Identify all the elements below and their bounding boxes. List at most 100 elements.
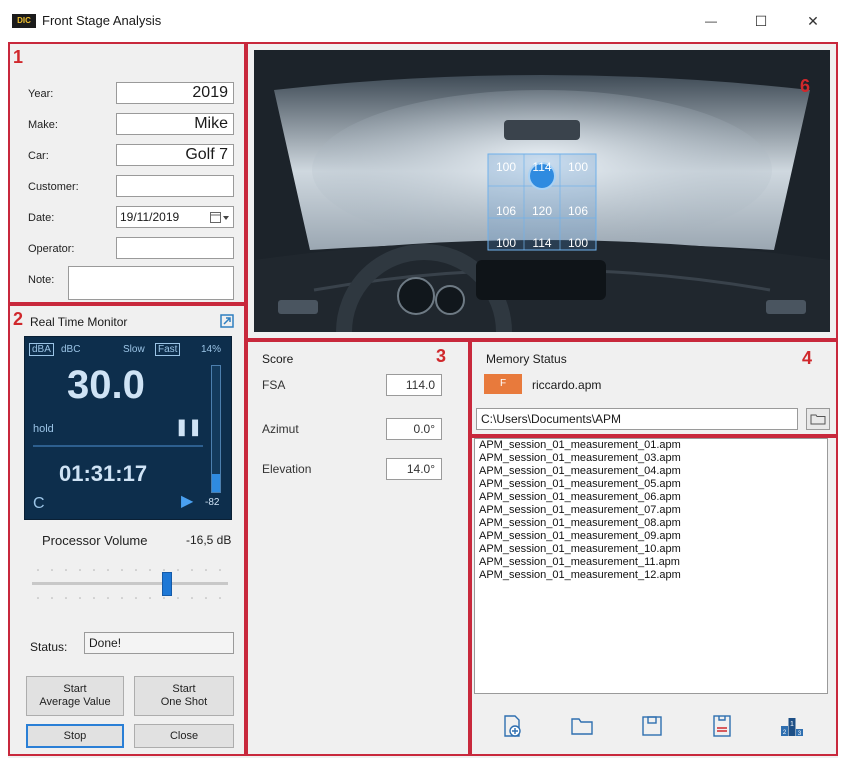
file-list-item[interactable]: APM_session_01_measurement_12.apm xyxy=(475,569,827,582)
start-oneshot-button[interactable]: Start One Shot xyxy=(134,676,234,716)
make-input[interactable]: Mike xyxy=(116,113,234,135)
grid-value: 100 xyxy=(495,160,517,174)
minimize-icon: — xyxy=(705,14,717,28)
elevation-label: Elevation xyxy=(262,462,312,476)
slider-ticks xyxy=(32,569,228,599)
panel-number-2: 2 xyxy=(13,309,24,329)
play-icon[interactable]: ▶ xyxy=(181,491,193,511)
date-picker[interactable]: 19/11/2019 xyxy=(116,206,234,228)
file-list-item[interactable]: APM_session_01_measurement_03.apm xyxy=(475,452,827,465)
customer-input[interactable] xyxy=(116,175,234,197)
weighting-dbc[interactable]: dBC xyxy=(61,344,80,355)
folder-icon xyxy=(810,414,826,425)
file-list-item[interactable]: APM_session_01_measurement_06.apm xyxy=(475,491,827,504)
vehicle-info-panel: 1 Year: 2019 Make: Mike Car: Golf 7 Cust… xyxy=(8,42,246,304)
status-label: Status: xyxy=(30,640,68,654)
grid-value: 106 xyxy=(495,204,517,218)
file-list-item[interactable]: APM_session_01_measurement_10.apm xyxy=(475,543,827,556)
customer-label: Customer: xyxy=(28,181,79,193)
maximize-icon: ☐ xyxy=(754,12,768,29)
memory-panel: 4 Memory Status F riccardo.apm C:\Users\… xyxy=(470,340,838,436)
start-average-button[interactable]: Start Average Value xyxy=(26,676,124,716)
file-list-item[interactable]: APM_session_01_measurement_05.apm xyxy=(475,478,827,491)
year-label: Year: xyxy=(28,88,54,100)
close-button[interactable]: ✕ xyxy=(790,6,836,36)
grid-value: 100 xyxy=(567,160,589,174)
file-list-item[interactable]: APM_session_01_measurement_04.apm xyxy=(475,465,827,478)
minimize-button[interactable]: — xyxy=(688,6,734,36)
panel-number-6: 6 xyxy=(800,76,811,96)
title-bar: DIC Front Stage Analysis — ☐ ✕ xyxy=(0,0,842,42)
elevation-value: 14.0° xyxy=(386,458,442,480)
file-list-item[interactable]: APM_session_01_measurement_11.apm xyxy=(475,556,827,569)
score-title: Score xyxy=(262,352,294,366)
level-display: dBA dBC Slow Fast 14% 30.0 hold ❚❚ 01:31… xyxy=(24,336,232,520)
level-percent: 14% xyxy=(201,344,222,355)
file-list-item[interactable]: APM_session_01_measurement_01.apm xyxy=(475,439,827,452)
measurement-file-list[interactable]: APM_session_01_measurement_01.apm APM_ses… xyxy=(474,438,828,694)
hold-label[interactable]: hold xyxy=(33,423,54,435)
maximize-button[interactable]: ☐ xyxy=(738,6,784,36)
main-client: 1 Year: 2019 Make: Mike Car: Golf 7 Cust… xyxy=(8,42,838,758)
date-value: 19/11/2019 xyxy=(120,210,180,224)
fsa-value: 114.0 xyxy=(386,374,442,396)
browse-folder-button[interactable] xyxy=(806,408,830,430)
level-bar-fill xyxy=(212,474,220,492)
slider-thumb[interactable] xyxy=(162,572,172,596)
file-list-item[interactable]: APM_session_01_measurement_07.apm xyxy=(475,504,827,517)
expand-icon[interactable] xyxy=(220,314,234,328)
score-panel: 3 Score FSA 114.0 Azimut 0.0° Elevation … xyxy=(246,340,470,756)
display-divider xyxy=(33,445,203,447)
podium-icon[interactable]: 1 2 3 xyxy=(780,714,804,738)
grid-value: 100 xyxy=(495,236,517,250)
memory-title: Memory Status xyxy=(486,352,567,366)
weighting-dba[interactable]: dBA xyxy=(29,343,54,356)
svg-text:1: 1 xyxy=(790,721,794,728)
grid-value: 106 xyxy=(567,204,589,218)
file-add-icon[interactable] xyxy=(500,714,524,738)
memory-path-input[interactable]: C:\Users\Documents\APM xyxy=(476,408,798,430)
app-logo: DIC xyxy=(12,14,36,28)
make-label: Make: xyxy=(28,119,58,131)
note-input[interactable] xyxy=(68,266,234,300)
grid-value: 114 xyxy=(532,236,552,250)
date-label: Date: xyxy=(28,212,55,224)
car-input[interactable]: Golf 7 xyxy=(116,144,234,166)
processor-volume-slider[interactable] xyxy=(32,564,228,604)
level-value: 30.0 xyxy=(67,363,145,407)
processor-volume-value: -16,5 dB xyxy=(186,533,232,547)
car-interior-image xyxy=(254,50,830,332)
refresh-icon[interactable]: C xyxy=(33,495,45,513)
operator-label: Operator: xyxy=(28,243,75,255)
calendar-icon[interactable] xyxy=(210,212,230,224)
folder-icon[interactable] xyxy=(570,714,594,738)
grid-value: 100 xyxy=(567,236,589,250)
panel-number-4: 4 xyxy=(802,348,813,368)
speed-fast[interactable]: Fast xyxy=(155,343,181,356)
azimut-label: Azimut xyxy=(262,422,299,436)
operator-input[interactable] xyxy=(116,237,234,259)
save-icon[interactable] xyxy=(640,714,664,738)
elapsed-time: 01:31:17 xyxy=(59,461,148,486)
window-title: Front Stage Analysis xyxy=(42,13,162,28)
grid-value: 120 xyxy=(531,204,553,218)
fsa-label: FSA xyxy=(262,378,286,392)
processor-volume-label: Processor Volume xyxy=(42,533,148,548)
bar-min-label: -82 xyxy=(205,497,220,508)
file-list-item[interactable]: APM_session_01_measurement_08.apm xyxy=(475,517,827,530)
close-icon: ✕ xyxy=(807,12,819,29)
panel-number-3: 3 xyxy=(436,346,447,366)
memory-filename: riccardo.apm xyxy=(532,378,602,392)
close-app-button[interactable]: Close xyxy=(134,724,234,748)
stop-button[interactable]: Stop xyxy=(26,724,124,748)
report-icon[interactable] xyxy=(710,714,734,738)
level-bar xyxy=(211,365,221,493)
year-input[interactable]: 2019 xyxy=(116,82,234,104)
car-label: Car: xyxy=(28,150,49,162)
azimut-value: 0.0° xyxy=(386,418,442,440)
panel-number-1: 1 xyxy=(13,47,24,67)
pause-icon[interactable]: ❚❚ xyxy=(175,417,202,437)
speed-slow[interactable]: Slow xyxy=(123,344,145,355)
dashboard-view-panel: 6 100 114 100 106 120 106 100 114 100 xyxy=(246,42,838,340)
file-list-item[interactable]: APM_session_01_measurement_09.apm xyxy=(475,530,827,543)
